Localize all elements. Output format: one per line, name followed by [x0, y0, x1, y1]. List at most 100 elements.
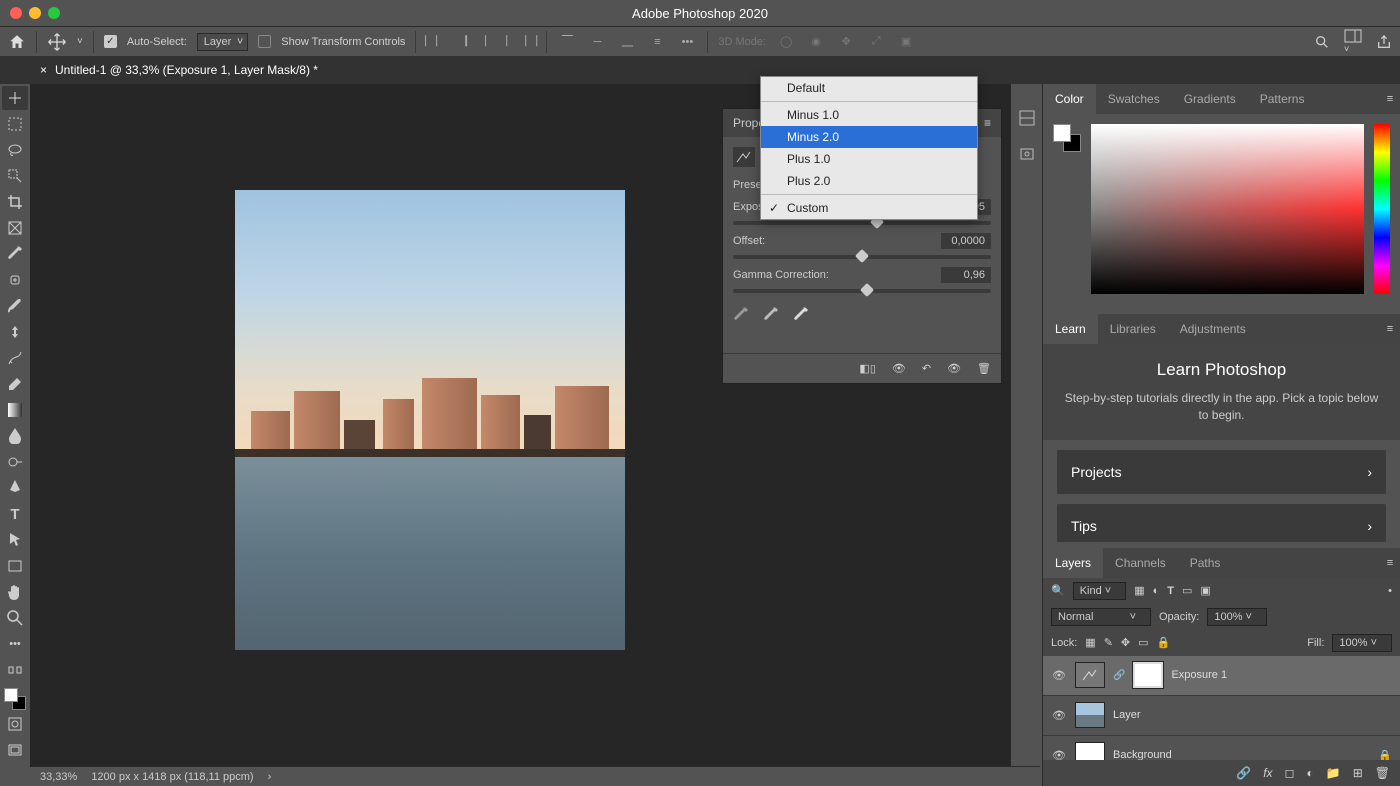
path-select-tool[interactable] [2, 528, 28, 552]
opacity-field[interactable]: 100% ˅ [1207, 608, 1267, 626]
frame-tool[interactable] [2, 216, 28, 240]
gamma-value-field[interactable]: 0,96 [941, 267, 991, 283]
learn-item-tips[interactable]: Tips › [1057, 504, 1386, 542]
visibility-icon[interactable]: 👁 [1051, 709, 1067, 722]
black-eyedropper-icon[interactable] [733, 307, 749, 323]
visibility-icon[interactable]: 👁 [1051, 749, 1067, 760]
tab-patterns[interactable]: Patterns [1248, 84, 1317, 114]
white-eyedropper-icon[interactable] [793, 307, 809, 323]
pen-tool[interactable] [2, 476, 28, 500]
lock-artboard-icon[interactable]: ▭ [1138, 636, 1148, 649]
blur-tool[interactable] [2, 424, 28, 448]
share-icon[interactable] [1376, 34, 1392, 50]
workspace-switcher-icon[interactable]: ˅ [1344, 29, 1362, 55]
close-tab-icon[interactable]: × [40, 63, 47, 77]
preset-item-custom[interactable]: ✓Custom [761, 197, 977, 219]
filter-image-icon[interactable]: ▦ [1134, 584, 1144, 597]
layer-row[interactable]: 👁 Background 🔒 [1043, 736, 1400, 760]
tab-layers[interactable]: Layers [1043, 548, 1103, 578]
doc-dimensions[interactable]: 1200 px x 1418 px (118,11 ppcm) [91, 771, 253, 783]
blend-mode-dropdown[interactable]: Normal ˅ [1051, 608, 1151, 626]
document-tab[interactable]: × Untitled-1 @ 33,3% (Exposure 1, Layer … [40, 63, 318, 77]
tab-libraries[interactable]: Libraries [1098, 314, 1168, 344]
view-previous-icon[interactable]: 👁 [892, 362, 906, 375]
tab-channels[interactable]: Channels [1103, 548, 1178, 578]
gradient-tool[interactable] [2, 398, 28, 422]
align-bottom-icon[interactable]: ⎽ [617, 32, 637, 52]
preset-item-minus1[interactable]: Minus 1.0 [761, 104, 977, 126]
layer-name[interactable]: Background [1113, 749, 1172, 760]
visibility-icon[interactable]: 👁 [1051, 669, 1067, 682]
layer-fx-icon[interactable]: fx [1263, 766, 1272, 780]
search-icon[interactable] [1314, 34, 1330, 50]
brush-tool[interactable] [2, 294, 28, 318]
lock-position-icon[interactable]: ✥ [1121, 636, 1130, 649]
adjustment-thumb[interactable] [1075, 662, 1105, 688]
lasso-tool[interactable] [2, 138, 28, 162]
crop-tool[interactable] [2, 190, 28, 214]
tool-menu-caret[interactable]: ˅ [77, 36, 83, 47]
filter-toggle-icon[interactable]: • [1388, 585, 1392, 597]
preset-item-plus2[interactable]: Plus 2.0 [761, 170, 977, 192]
new-layer-icon[interactable]: ⊞ [1353, 766, 1363, 780]
home-icon[interactable] [8, 33, 26, 51]
color-panel-menu-icon[interactable]: ≡ [1380, 84, 1400, 114]
preset-item-default[interactable]: Default [761, 77, 977, 99]
more-options-icon[interactable]: ••• [677, 32, 697, 52]
color-field[interactable] [1091, 124, 1364, 294]
hand-tool[interactable] [2, 580, 28, 604]
foreground-background-colors[interactable] [4, 688, 26, 710]
tab-adjustments[interactable]: Adjustments [1168, 314, 1258, 344]
fill-field[interactable]: 100% ˅ [1332, 634, 1392, 652]
new-adjustment-icon[interactable]: ◐ [1307, 766, 1314, 780]
lock-transparent-icon[interactable]: ▦ [1085, 636, 1095, 649]
filter-type-icon[interactable]: T [1167, 585, 1174, 597]
close-window[interactable] [10, 7, 22, 19]
image-thumb[interactable] [1075, 742, 1105, 760]
move-tool-icon[interactable] [47, 32, 67, 52]
preset-item-minus2[interactable]: Minus 2.0 [761, 126, 977, 148]
delete-adjustment-icon[interactable]: 🗑 [977, 362, 991, 375]
zoom-tool[interactable] [2, 606, 28, 630]
tab-swatches[interactable]: Swatches [1096, 84, 1172, 114]
gamma-slider[interactable] [733, 289, 991, 293]
offset-slider[interactable] [733, 255, 991, 259]
add-mask-icon[interactable]: ◻ [1285, 766, 1295, 780]
hue-slider[interactable] [1374, 124, 1390, 294]
eraser-tool[interactable] [2, 372, 28, 396]
minimize-window[interactable] [29, 7, 41, 19]
type-tool[interactable]: T [2, 502, 28, 526]
edit-toolbar[interactable] [2, 658, 28, 682]
fg-bg-swatch[interactable] [1053, 124, 1081, 152]
filter-adjust-icon[interactable]: ◐ [1153, 585, 1160, 597]
gray-eyedropper-icon[interactable] [763, 307, 779, 323]
delete-layer-icon[interactable]: 🗑 [1375, 766, 1390, 780]
auto-select-dropdown[interactable]: Layer ˅ [197, 33, 249, 51]
tab-learn[interactable]: Learn [1043, 314, 1098, 344]
align-center-h-icon[interactable]: ⎹⎸ [456, 32, 476, 52]
clone-stamp-tool[interactable] [2, 320, 28, 344]
new-group-icon[interactable]: 📁 [1326, 766, 1341, 780]
align-middle-icon[interactable]: ─ [587, 32, 607, 52]
more-tools[interactable]: ••• [2, 632, 28, 656]
filter-smart-icon[interactable]: ▣ [1200, 584, 1210, 597]
distribute-icon[interactable]: ⎹⎹ [516, 32, 536, 52]
filter-search-icon[interactable]: 🔍 [1051, 584, 1065, 597]
distribute-v-icon[interactable]: ≡ [647, 32, 667, 52]
toggle-visibility-icon[interactable]: 👁 [947, 362, 961, 375]
maximize-window[interactable] [48, 7, 60, 19]
layer-name[interactable]: Exposure 1 [1171, 669, 1227, 681]
clip-to-layer-icon[interactable]: ◧▯ [859, 362, 875, 375]
align-right-icon[interactable]: ⎸⎹ [486, 32, 506, 52]
collapsed-panel-2-icon[interactable] [1017, 144, 1037, 164]
layers-panel-menu-icon[interactable]: ≡ [1380, 548, 1400, 578]
move-tool[interactable] [2, 86, 28, 110]
collapsed-panel-1-icon[interactable] [1017, 108, 1037, 128]
tab-paths[interactable]: Paths [1178, 548, 1233, 578]
rectangle-tool[interactable] [2, 554, 28, 578]
quick-mask-icon[interactable] [2, 712, 28, 736]
preset-item-plus1[interactable]: Plus 1.0 [761, 148, 977, 170]
marquee-tool[interactable] [2, 112, 28, 136]
auto-select-checkbox[interactable]: ✓ [104, 35, 117, 48]
layer-row[interactable]: 👁 🔗 Exposure 1 [1043, 656, 1400, 696]
